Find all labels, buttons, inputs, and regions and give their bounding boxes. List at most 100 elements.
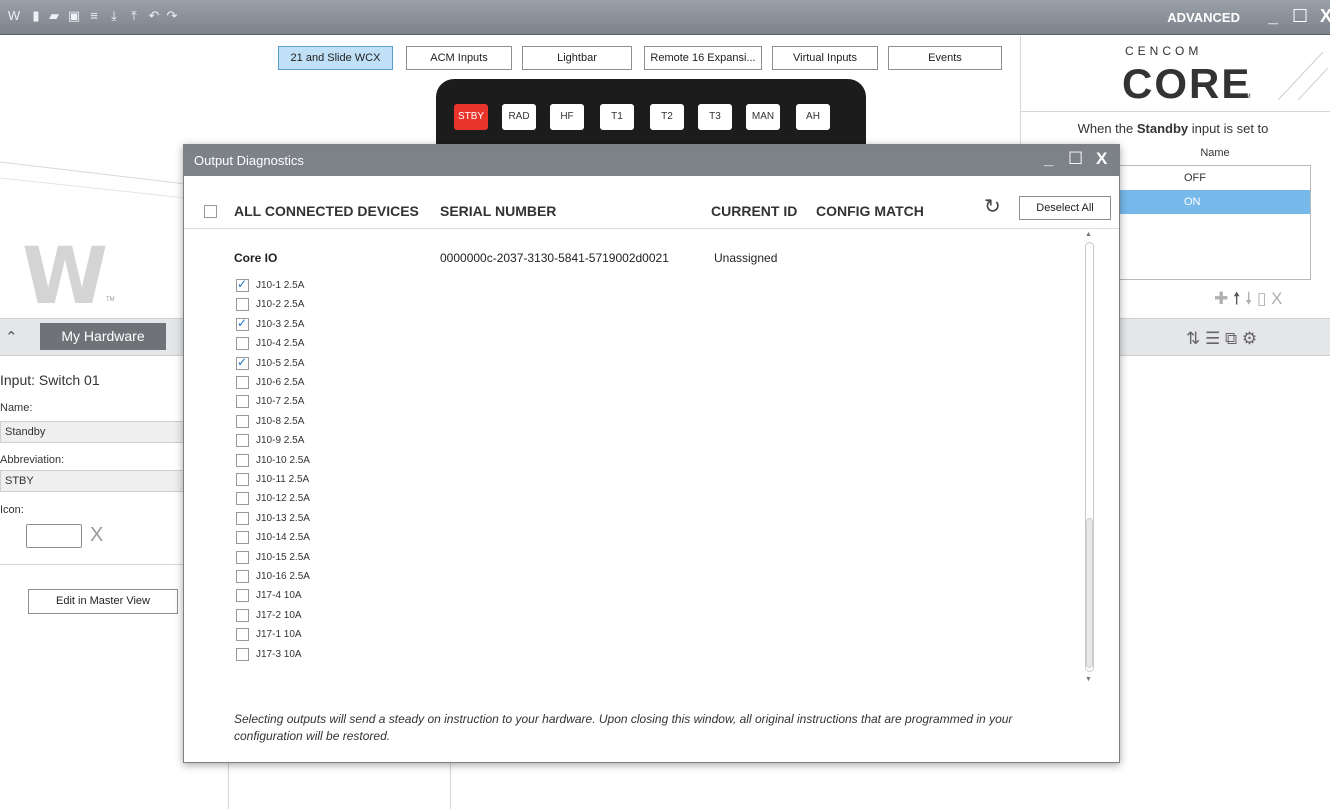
tab-virtual-inputs[interactable]: Virtual Inputs bbox=[772, 46, 878, 70]
lightbar-button-man[interactable]: MAN bbox=[746, 104, 780, 130]
settings-gear-icon[interactable]: ⚙ bbox=[1242, 329, 1257, 348]
output-label[interactable]: J10-5 2.5A bbox=[256, 358, 304, 369]
edit-master-view-button[interactable]: Edit in Master View bbox=[28, 589, 178, 614]
save-icon[interactable]: ▣ bbox=[66, 9, 82, 23]
lightbar-button-t2[interactable]: T2 bbox=[650, 104, 684, 130]
redo-icon[interactable]: ↷ bbox=[164, 9, 180, 23]
output-label[interactable]: J10-3 2.5A bbox=[256, 319, 304, 330]
lightbar-button-t3[interactable]: T3 bbox=[698, 104, 732, 130]
output-checkbox[interactable] bbox=[236, 453, 249, 467]
delete-icon[interactable]: X bbox=[1271, 289, 1282, 308]
move-down-icon[interactable]: 🠗 bbox=[1245, 289, 1252, 308]
tab-lightbar[interactable]: Lightbar bbox=[522, 46, 632, 70]
move-up-icon[interactable]: 🠕 bbox=[1233, 289, 1240, 308]
output-label[interactable]: J10-4 2.5A bbox=[256, 338, 304, 349]
name-label: Name: bbox=[0, 402, 33, 414]
output-checkbox[interactable] bbox=[236, 414, 249, 428]
lightbar-button-t1[interactable]: T1 bbox=[600, 104, 634, 130]
output-checkbox[interactable] bbox=[236, 316, 249, 331]
scrollbar[interactable] bbox=[1085, 242, 1094, 672]
name-field[interactable]: Standby bbox=[0, 421, 184, 443]
tab-remote-16-expansi[interactable]: Remote 16 Expansi... bbox=[644, 46, 762, 70]
select-all-checkbox[interactable] bbox=[204, 205, 217, 218]
left-deco-lines bbox=[0, 140, 187, 200]
state-row-on[interactable]: ON bbox=[1120, 190, 1310, 214]
output-checkbox[interactable] bbox=[236, 628, 249, 642]
output-label[interactable]: J10-15 2.5A bbox=[256, 552, 310, 563]
close-icon[interactable]: X bbox=[1320, 6, 1330, 27]
mode-label[interactable]: ADVANCED bbox=[1167, 10, 1240, 25]
state-row-off[interactable]: OFF bbox=[1120, 166, 1310, 190]
scroll-down-icon[interactable]: ▼ bbox=[1085, 676, 1092, 683]
output-checkbox[interactable] bbox=[236, 337, 249, 351]
output-checkbox[interactable] bbox=[236, 647, 249, 661]
output-checkbox[interactable] bbox=[236, 277, 249, 292]
output-label[interactable]: J10-11 2.5A bbox=[256, 474, 309, 485]
output-label[interactable]: J10-9 2.5A bbox=[256, 435, 304, 446]
tab-events[interactable]: Events bbox=[888, 46, 1002, 70]
output-label[interactable]: J10-7 2.5A bbox=[256, 396, 304, 407]
tab-21-and-slide-wcx[interactable]: 21 and Slide WCX bbox=[278, 46, 393, 70]
dialog-maximize-icon[interactable]: ☐ bbox=[1068, 149, 1083, 169]
print-icon[interactable]: ≡ bbox=[86, 9, 102, 23]
download-icon[interactable]: ⤓ bbox=[106, 9, 122, 23]
upload-icon[interactable]: ⤒ bbox=[126, 9, 142, 23]
output-label[interactable]: J10-12 2.5A bbox=[256, 493, 310, 504]
clear-icon[interactable]: X bbox=[90, 524, 103, 547]
my-hardware-button[interactable]: My Hardware bbox=[40, 323, 166, 350]
output-label[interactable]: J10-13 2.5A bbox=[256, 513, 310, 524]
output-checkbox[interactable] bbox=[236, 570, 249, 583]
output-label[interactable]: J10-6 2.5A bbox=[256, 377, 304, 388]
table-toolbar: ✚ 🠕 🠗 ▯ X bbox=[1214, 286, 1282, 315]
output-checkbox[interactable] bbox=[236, 531, 249, 545]
new-icon[interactable]: ▮ bbox=[28, 9, 44, 23]
list-view-icon[interactable]: ☰ bbox=[1205, 329, 1220, 348]
output-checkbox[interactable] bbox=[236, 434, 249, 448]
left-panel-divider bbox=[0, 564, 186, 565]
preview-icon[interactable]: ⧉ bbox=[1225, 329, 1237, 348]
output-label[interactable]: J10-8 2.5A bbox=[256, 416, 304, 427]
output-checkbox[interactable] bbox=[236, 608, 249, 622]
lightbar-button-ah[interactable]: AH bbox=[796, 104, 830, 130]
output-checkbox[interactable] bbox=[236, 376, 249, 389]
lightbar-button-stby[interactable]: STBY bbox=[454, 104, 488, 130]
output-label[interactable]: J17-1 10A bbox=[256, 629, 302, 640]
output-label[interactable]: J10-1 2.5A bbox=[256, 280, 304, 291]
tab-acm-inputs[interactable]: ACM Inputs bbox=[406, 46, 512, 70]
open-icon[interactable]: ▰ bbox=[46, 9, 62, 23]
refresh-icon[interactable]: ↻ bbox=[984, 194, 1001, 219]
dialog-minimize-icon[interactable]: _ bbox=[1044, 149, 1053, 169]
dialog-close-icon[interactable]: X bbox=[1096, 149, 1107, 169]
header-current-id: CURRENT ID bbox=[711, 203, 798, 219]
output-label[interactable]: J10-16 2.5A bbox=[256, 571, 310, 582]
icon-picker[interactable] bbox=[26, 524, 82, 548]
lightbar-button-hf[interactable]: HF bbox=[550, 104, 584, 130]
device-current-id: Unassigned bbox=[714, 251, 778, 265]
output-checkbox[interactable] bbox=[236, 492, 249, 506]
output-label[interactable]: J17-4 10A bbox=[256, 590, 302, 601]
output-checkbox[interactable] bbox=[236, 355, 249, 370]
output-checkbox[interactable] bbox=[236, 298, 249, 312]
output-label[interactable]: J10-14 2.5A bbox=[256, 532, 310, 543]
maximize-icon[interactable]: ☐ bbox=[1292, 6, 1308, 27]
output-checkbox[interactable] bbox=[236, 550, 249, 564]
undo-icon[interactable]: ↶ bbox=[146, 9, 162, 23]
output-label[interactable]: J17-2 10A bbox=[256, 610, 302, 621]
collapse-icon[interactable]: ⌃ bbox=[5, 328, 18, 346]
abbreviation-field[interactable]: STBY bbox=[0, 470, 184, 492]
scrollbar-thumb[interactable] bbox=[1086, 518, 1093, 668]
minimize-icon[interactable]: _ bbox=[1268, 6, 1278, 27]
deselect-all-button[interactable]: Deselect All bbox=[1019, 196, 1111, 220]
output-checkbox[interactable] bbox=[236, 589, 249, 603]
output-checkbox[interactable] bbox=[236, 395, 249, 409]
output-label[interactable]: J10-10 2.5A bbox=[256, 455, 310, 466]
sort-icon[interactable]: ⇅ bbox=[1186, 329, 1200, 348]
lightbar-button-rad[interactable]: RAD bbox=[502, 104, 536, 130]
output-label[interactable]: J10-2 2.5A bbox=[256, 299, 304, 310]
copy-icon[interactable]: ▯ bbox=[1257, 289, 1266, 308]
scroll-up-icon[interactable]: ▲ bbox=[1085, 231, 1092, 238]
output-label[interactable]: J17-3 10A bbox=[256, 649, 302, 660]
add-icon[interactable]: ✚ bbox=[1214, 289, 1228, 308]
output-checkbox[interactable] bbox=[236, 511, 249, 525]
output-checkbox[interactable] bbox=[236, 473, 249, 486]
